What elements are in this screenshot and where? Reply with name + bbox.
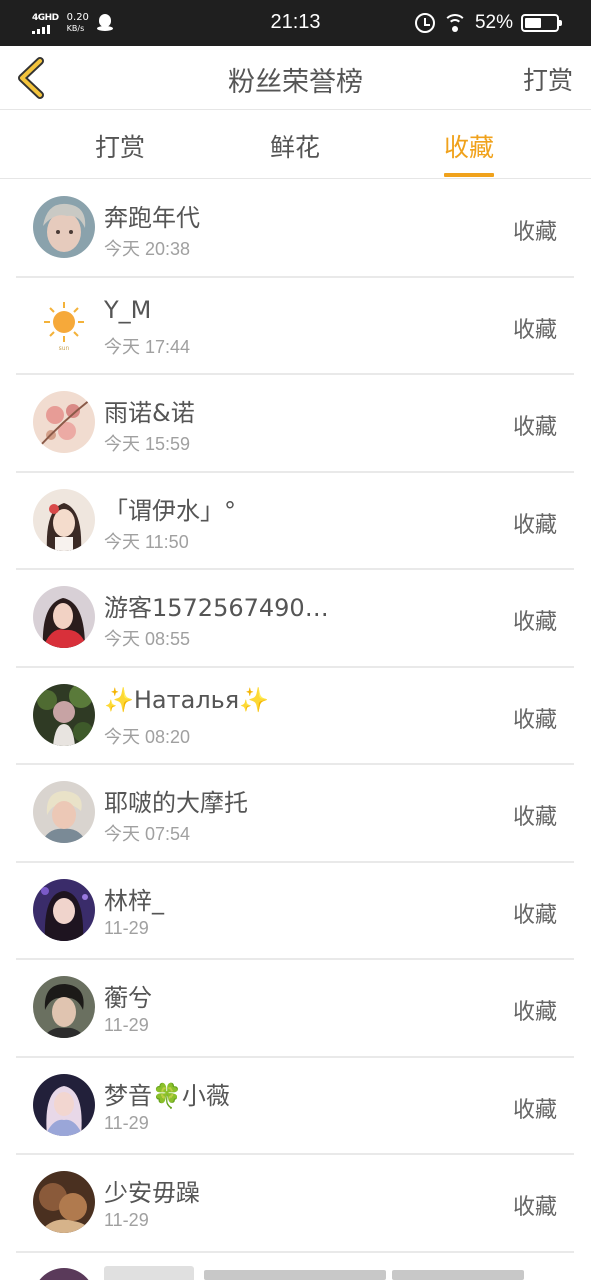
- list-item[interactable]: ✨Наталья✨ 今天 08:20 收藏: [0, 668, 591, 766]
- timestamp: 今天 11:50: [104, 531, 189, 552]
- battery-icon: [521, 14, 562, 32]
- list-item[interactable]: sun Y_M 今天 17:44 收藏: [0, 278, 591, 376]
- list-item[interactable]: 游客1572567490… 今天 08:55 收藏: [0, 570, 591, 668]
- partial-list-item[interactable]: [0, 1250, 591, 1280]
- action-label: 收藏: [512, 512, 557, 538]
- header-reward-button[interactable]: 打赏: [523, 61, 573, 97]
- list-item[interactable]: 梦音🍀小薇 11-29 收藏: [0, 1058, 591, 1156]
- header: 粉丝荣誉榜 打赏: [0, 46, 591, 110]
- avatar[interactable]: [33, 683, 95, 746]
- timestamp: 11-29: [104, 1112, 149, 1133]
- svg-text:sun: sun: [59, 345, 70, 352]
- timestamp: 11-29: [104, 1210, 149, 1230]
- list-item[interactable]: 雨诺&诺 今天 15:59 收藏: [0, 375, 591, 473]
- user-name: 梦音🍀小薇: [104, 1081, 230, 1110]
- list-item[interactable]: 林梓_ 11-29 收藏: [0, 863, 591, 961]
- avatar[interactable]: [33, 196, 95, 258]
- action-label: 收藏: [512, 1195, 557, 1220]
- status-right: 52%: [414, 8, 562, 38]
- tab-collect[interactable]: 收藏: [444, 128, 495, 177]
- list-item[interactable]: 「谓伊水」° 今天 11:50 收藏: [0, 473, 591, 571]
- wifi-icon: [442, 14, 467, 32]
- user-name: 游客1572567490…: [104, 594, 329, 622]
- text-placeholder: [392, 1270, 524, 1280]
- status-bar: 4GHD 0.20 KB/s 21:13 52%: [0, 0, 591, 46]
- user-name: 雨诺&诺: [104, 399, 195, 427]
- avatar: [33, 1268, 95, 1280]
- avatar[interactable]: [33, 976, 95, 1038]
- avatar[interactable]: [33, 878, 95, 941]
- timestamp: 今天 08:55: [104, 629, 191, 649]
- avatar[interactable]: [33, 1073, 95, 1136]
- fan-list: 奔跑年代 今天 20:38 收藏 sun Y_M 今天 17:44 收藏 雨诺&…: [0, 180, 591, 1253]
- timestamp: 今天 17:44: [104, 336, 191, 357]
- tab-bar: 打赏 鲜花 收藏: [0, 111, 591, 179]
- tab-label: 鲜花: [270, 133, 321, 162]
- user-name: 「谓伊水」°: [104, 496, 236, 525]
- list-item[interactable]: 耶啵的大摩托 今天 07:54 收藏: [0, 765, 591, 863]
- action-label: 收藏: [512, 902, 557, 928]
- battery-percent: 52%: [474, 12, 513, 33]
- timestamp: 今天 07:54: [104, 824, 191, 844]
- timestamp: 今天 20:38: [104, 239, 191, 259]
- list-item[interactable]: 蘅兮 11-29 收藏: [0, 960, 591, 1058]
- avatar[interactable]: [33, 586, 95, 648]
- tab-flowers[interactable]: 鲜花: [270, 128, 320, 164]
- list-item[interactable]: 少安毋躁 11-29 收藏: [0, 1155, 591, 1253]
- user-name: 蘅兮: [104, 984, 152, 1012]
- action-label: 收藏: [512, 707, 557, 733]
- text-placeholder: [104, 1266, 194, 1280]
- avatar[interactable]: sun: [33, 293, 95, 356]
- tab-label: 收藏: [444, 133, 495, 162]
- avatar[interactable]: [33, 781, 95, 843]
- timestamp: 11-29: [104, 917, 149, 938]
- action-label: 收藏: [512, 220, 557, 245]
- text-placeholder: [204, 1270, 386, 1280]
- user-name: ✨Наталья✨: [104, 685, 270, 714]
- list-item[interactable]: 奔跑年代 今天 20:38 收藏: [0, 180, 591, 278]
- avatar[interactable]: [33, 391, 95, 453]
- page-title: 粉丝荣誉榜: [228, 67, 363, 98]
- alarm-icon: [414, 13, 435, 33]
- action-label: 收藏: [512, 317, 557, 343]
- user-name: 林梓_: [104, 886, 164, 915]
- avatar[interactable]: [33, 1171, 95, 1233]
- timestamp: 今天 15:59: [104, 434, 191, 454]
- action-label: 收藏: [512, 610, 557, 635]
- active-tab-indicator: [444, 173, 495, 177]
- user-name: Y_M: [104, 295, 152, 324]
- action-label: 收藏: [512, 415, 557, 440]
- user-name: 奔跑年代: [104, 204, 200, 232]
- tab-label: 打赏: [95, 133, 146, 162]
- tab-reward[interactable]: 打赏: [95, 128, 145, 164]
- user-name: 少安毋躁: [104, 1179, 200, 1207]
- user-name: 耶啵的大摩托: [104, 789, 248, 817]
- action-label: 收藏: [512, 1000, 557, 1025]
- avatar[interactable]: [33, 488, 95, 551]
- timestamp: 今天 08:20: [104, 726, 191, 747]
- action-label: 收藏: [512, 805, 557, 830]
- action-label: 收藏: [512, 1097, 557, 1123]
- timestamp: 11-29: [104, 1015, 149, 1035]
